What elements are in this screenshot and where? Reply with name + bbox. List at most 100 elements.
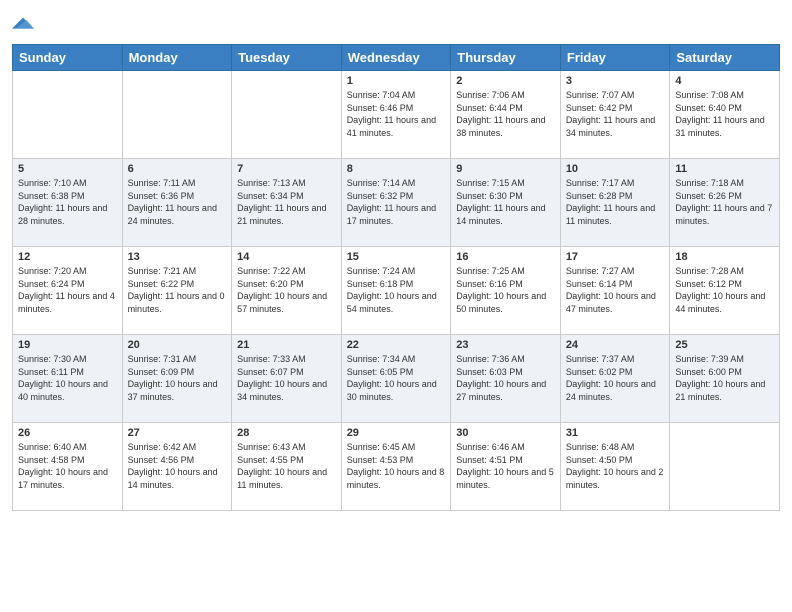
day-number: 4: [675, 75, 774, 87]
calendar-cell: 21Sunrise: 7:33 AM Sunset: 6:07 PM Dayli…: [232, 335, 342, 423]
day-info: Sunrise: 7:39 AM Sunset: 6:00 PM Dayligh…: [675, 353, 774, 403]
weekday-header-wednesday: Wednesday: [341, 45, 451, 71]
day-info: Sunrise: 7:07 AM Sunset: 6:42 PM Dayligh…: [566, 89, 665, 139]
calendar-cell: 15 Sunrise: 7:24 AM Sunset: 6:18 PM Dayli…: [341, 247, 451, 335]
header: [12, 10, 780, 36]
day-info: Sunrise: 6:40 AM Sunset: 4:58 PM Dayligh…: [18, 441, 117, 491]
calendar-cell: 22Sunrise: 7:34 AM Sunset: 6:05 PM Dayli…: [341, 335, 451, 423]
calendar-cell: 16Sunrise: 7:25 AM Sunset: 6:16 PM Dayli…: [451, 247, 561, 335]
day-info: Sunrise: 7:30 AM Sunset: 6:11 PM Dayligh…: [18, 353, 117, 403]
calendar-cell: 20Sunrise: 7:31 AM Sunset: 6:09 PM Dayli…: [122, 335, 232, 423]
day-info: Sunrise: 7:18 AM Sunset: 6:26 PM Dayligh…: [675, 177, 774, 227]
day-number: 20: [128, 339, 227, 351]
calendar-cell: [122, 71, 232, 159]
day-number: 15: [347, 251, 446, 263]
day-info: Sunrise: 7:13 AM Sunset: 6:34 PM Dayligh…: [237, 177, 336, 227]
calendar-cell: 25 Sunrise: 7:39 AM Sunset: 6:00 PM Dayli…: [670, 335, 780, 423]
day-info: Sunrise: 7:22 AM Sunset: 6:20 PM Dayligh…: [237, 265, 336, 315]
week-row-1: 1 Sunrise: 7:04 AM Sunset: 6:46 PM Daylig…: [13, 71, 780, 159]
day-number: 13: [128, 251, 227, 263]
day-number: 5: [18, 163, 117, 175]
weekday-header-row: SundayMondayTuesdayWednesdayThursdayFrid…: [13, 45, 780, 71]
day-number: 21: [237, 339, 336, 351]
calendar-cell: 4 Sunrise: 7:08 AM Sunset: 6:40 PM Daylig…: [670, 71, 780, 159]
day-info: Sunrise: 6:43 AM Sunset: 4:55 PM Dayligh…: [237, 441, 336, 491]
calendar-cell: 23Sunrise: 7:36 AM Sunset: 6:03 PM Dayli…: [451, 335, 561, 423]
day-number: 12: [18, 251, 117, 263]
weekday-header-friday: Friday: [560, 45, 670, 71]
day-number: 19: [18, 339, 117, 351]
day-number: 9: [456, 163, 555, 175]
day-number: 8: [347, 163, 446, 175]
calendar-cell: 11 Sunrise: 7:18 AM Sunset: 6:26 PM Dayli…: [670, 159, 780, 247]
day-info: Sunrise: 7:21 AM Sunset: 6:22 PM Dayligh…: [128, 265, 227, 315]
week-row-4: 19 Sunrise: 7:30 AM Sunset: 6:11 PM Dayli…: [13, 335, 780, 423]
day-info: Sunrise: 6:42 AM Sunset: 4:56 PM Dayligh…: [128, 441, 227, 491]
day-number: 31: [566, 427, 665, 439]
weekday-header-sunday: Sunday: [13, 45, 123, 71]
day-number: 14: [237, 251, 336, 263]
day-info: Sunrise: 7:15 AM Sunset: 6:30 PM Dayligh…: [456, 177, 555, 227]
calendar-cell: 12Sunrise: 7:20 AM Sunset: 6:24 PM Dayli…: [13, 247, 123, 335]
calendar-cell: 24 Sunrise: 7:37 AM Sunset: 6:02 PM Dayli…: [560, 335, 670, 423]
day-number: 28: [237, 427, 336, 439]
day-number: 16: [456, 251, 555, 263]
week-row-2: 5 Sunrise: 7:10 AM Sunset: 6:38 PM Daylig…: [13, 159, 780, 247]
day-info: Sunrise: 7:04 AM Sunset: 6:46 PM Dayligh…: [347, 89, 446, 139]
day-number: 1: [347, 75, 446, 87]
calendar-cell: 30 Sunrise: 6:46 AM Sunset: 4:51 PM Dayli…: [451, 423, 561, 511]
day-number: 29: [347, 427, 446, 439]
day-number: 23: [456, 339, 555, 351]
calendar-cell: 3Sunrise: 7:07 AM Sunset: 6:42 PM Daylig…: [560, 71, 670, 159]
day-number: 11: [675, 163, 774, 175]
logo: [12, 10, 38, 36]
day-info: Sunrise: 7:10 AM Sunset: 6:38 PM Dayligh…: [18, 177, 117, 227]
calendar-cell: 14 Sunrise: 7:22 AM Sunset: 6:20 PM Dayli…: [232, 247, 342, 335]
calendar-cell: [13, 71, 123, 159]
day-number: 2: [456, 75, 555, 87]
day-number: 6: [128, 163, 227, 175]
day-info: Sunrise: 7:37 AM Sunset: 6:02 PM Dayligh…: [566, 353, 665, 403]
weekday-header-monday: Monday: [122, 45, 232, 71]
day-number: 22: [347, 339, 446, 351]
day-number: 25: [675, 339, 774, 351]
calendar-cell: 6Sunrise: 7:11 AM Sunset: 6:36 PM Daylig…: [122, 159, 232, 247]
day-number: 30: [456, 427, 555, 439]
calendar-cell: 13 Sunrise: 7:21 AM Sunset: 6:22 PM Dayli…: [122, 247, 232, 335]
day-number: 26: [18, 427, 117, 439]
calendar-cell: 8Sunrise: 7:14 AM Sunset: 6:32 PM Daylig…: [341, 159, 451, 247]
calendar-cell: 9 Sunrise: 7:15 AM Sunset: 6:30 PM Daylig…: [451, 159, 561, 247]
day-info: Sunrise: 6:48 AM Sunset: 4:50 PM Dayligh…: [566, 441, 665, 491]
day-number: 18: [675, 251, 774, 263]
day-info: Sunrise: 6:46 AM Sunset: 4:51 PM Dayligh…: [456, 441, 555, 491]
calendar-cell: [232, 71, 342, 159]
day-number: 17: [566, 251, 665, 263]
page: SundayMondayTuesdayWednesdayThursdayFrid…: [0, 0, 792, 612]
day-info: Sunrise: 7:27 AM Sunset: 6:14 PM Dayligh…: [566, 265, 665, 315]
calendar-cell: 1 Sunrise: 7:04 AM Sunset: 6:46 PM Daylig…: [341, 71, 451, 159]
weekday-header-tuesday: Tuesday: [232, 45, 342, 71]
day-number: 10: [566, 163, 665, 175]
week-row-3: 12Sunrise: 7:20 AM Sunset: 6:24 PM Dayli…: [13, 247, 780, 335]
day-number: 24: [566, 339, 665, 351]
weekday-header-saturday: Saturday: [670, 45, 780, 71]
day-info: Sunrise: 7:17 AM Sunset: 6:28 PM Dayligh…: [566, 177, 665, 227]
calendar: SundayMondayTuesdayWednesdayThursdayFrid…: [12, 44, 780, 511]
calendar-cell: [670, 423, 780, 511]
calendar-cell: 5 Sunrise: 7:10 AM Sunset: 6:38 PM Daylig…: [13, 159, 123, 247]
day-info: Sunrise: 7:06 AM Sunset: 6:44 PM Dayligh…: [456, 89, 555, 139]
calendar-cell: 28 Sunrise: 6:43 AM Sunset: 4:55 PM Dayli…: [232, 423, 342, 511]
day-number: 7: [237, 163, 336, 175]
day-info: Sunrise: 7:24 AM Sunset: 6:18 PM Dayligh…: [347, 265, 446, 315]
calendar-cell: 31 Sunrise: 6:48 AM Sunset: 4:50 PM Dayli…: [560, 423, 670, 511]
calendar-cell: 29 Sunrise: 6:45 AM Sunset: 4:53 PM Dayli…: [341, 423, 451, 511]
day-info: Sunrise: 6:45 AM Sunset: 4:53 PM Dayligh…: [347, 441, 446, 491]
day-info: Sunrise: 7:08 AM Sunset: 6:40 PM Dayligh…: [675, 89, 774, 139]
calendar-cell: 7 Sunrise: 7:13 AM Sunset: 6:34 PM Daylig…: [232, 159, 342, 247]
weekday-header-thursday: Thursday: [451, 45, 561, 71]
calendar-cell: 27Sunrise: 6:42 AM Sunset: 4:56 PM Dayli…: [122, 423, 232, 511]
week-row-5: 26 Sunrise: 6:40 AM Sunset: 4:58 PM Dayli…: [13, 423, 780, 511]
calendar-cell: 26 Sunrise: 6:40 AM Sunset: 4:58 PM Dayli…: [13, 423, 123, 511]
logo-icon: [12, 14, 34, 36]
calendar-cell: 10 Sunrise: 7:17 AM Sunset: 6:28 PM Dayli…: [560, 159, 670, 247]
